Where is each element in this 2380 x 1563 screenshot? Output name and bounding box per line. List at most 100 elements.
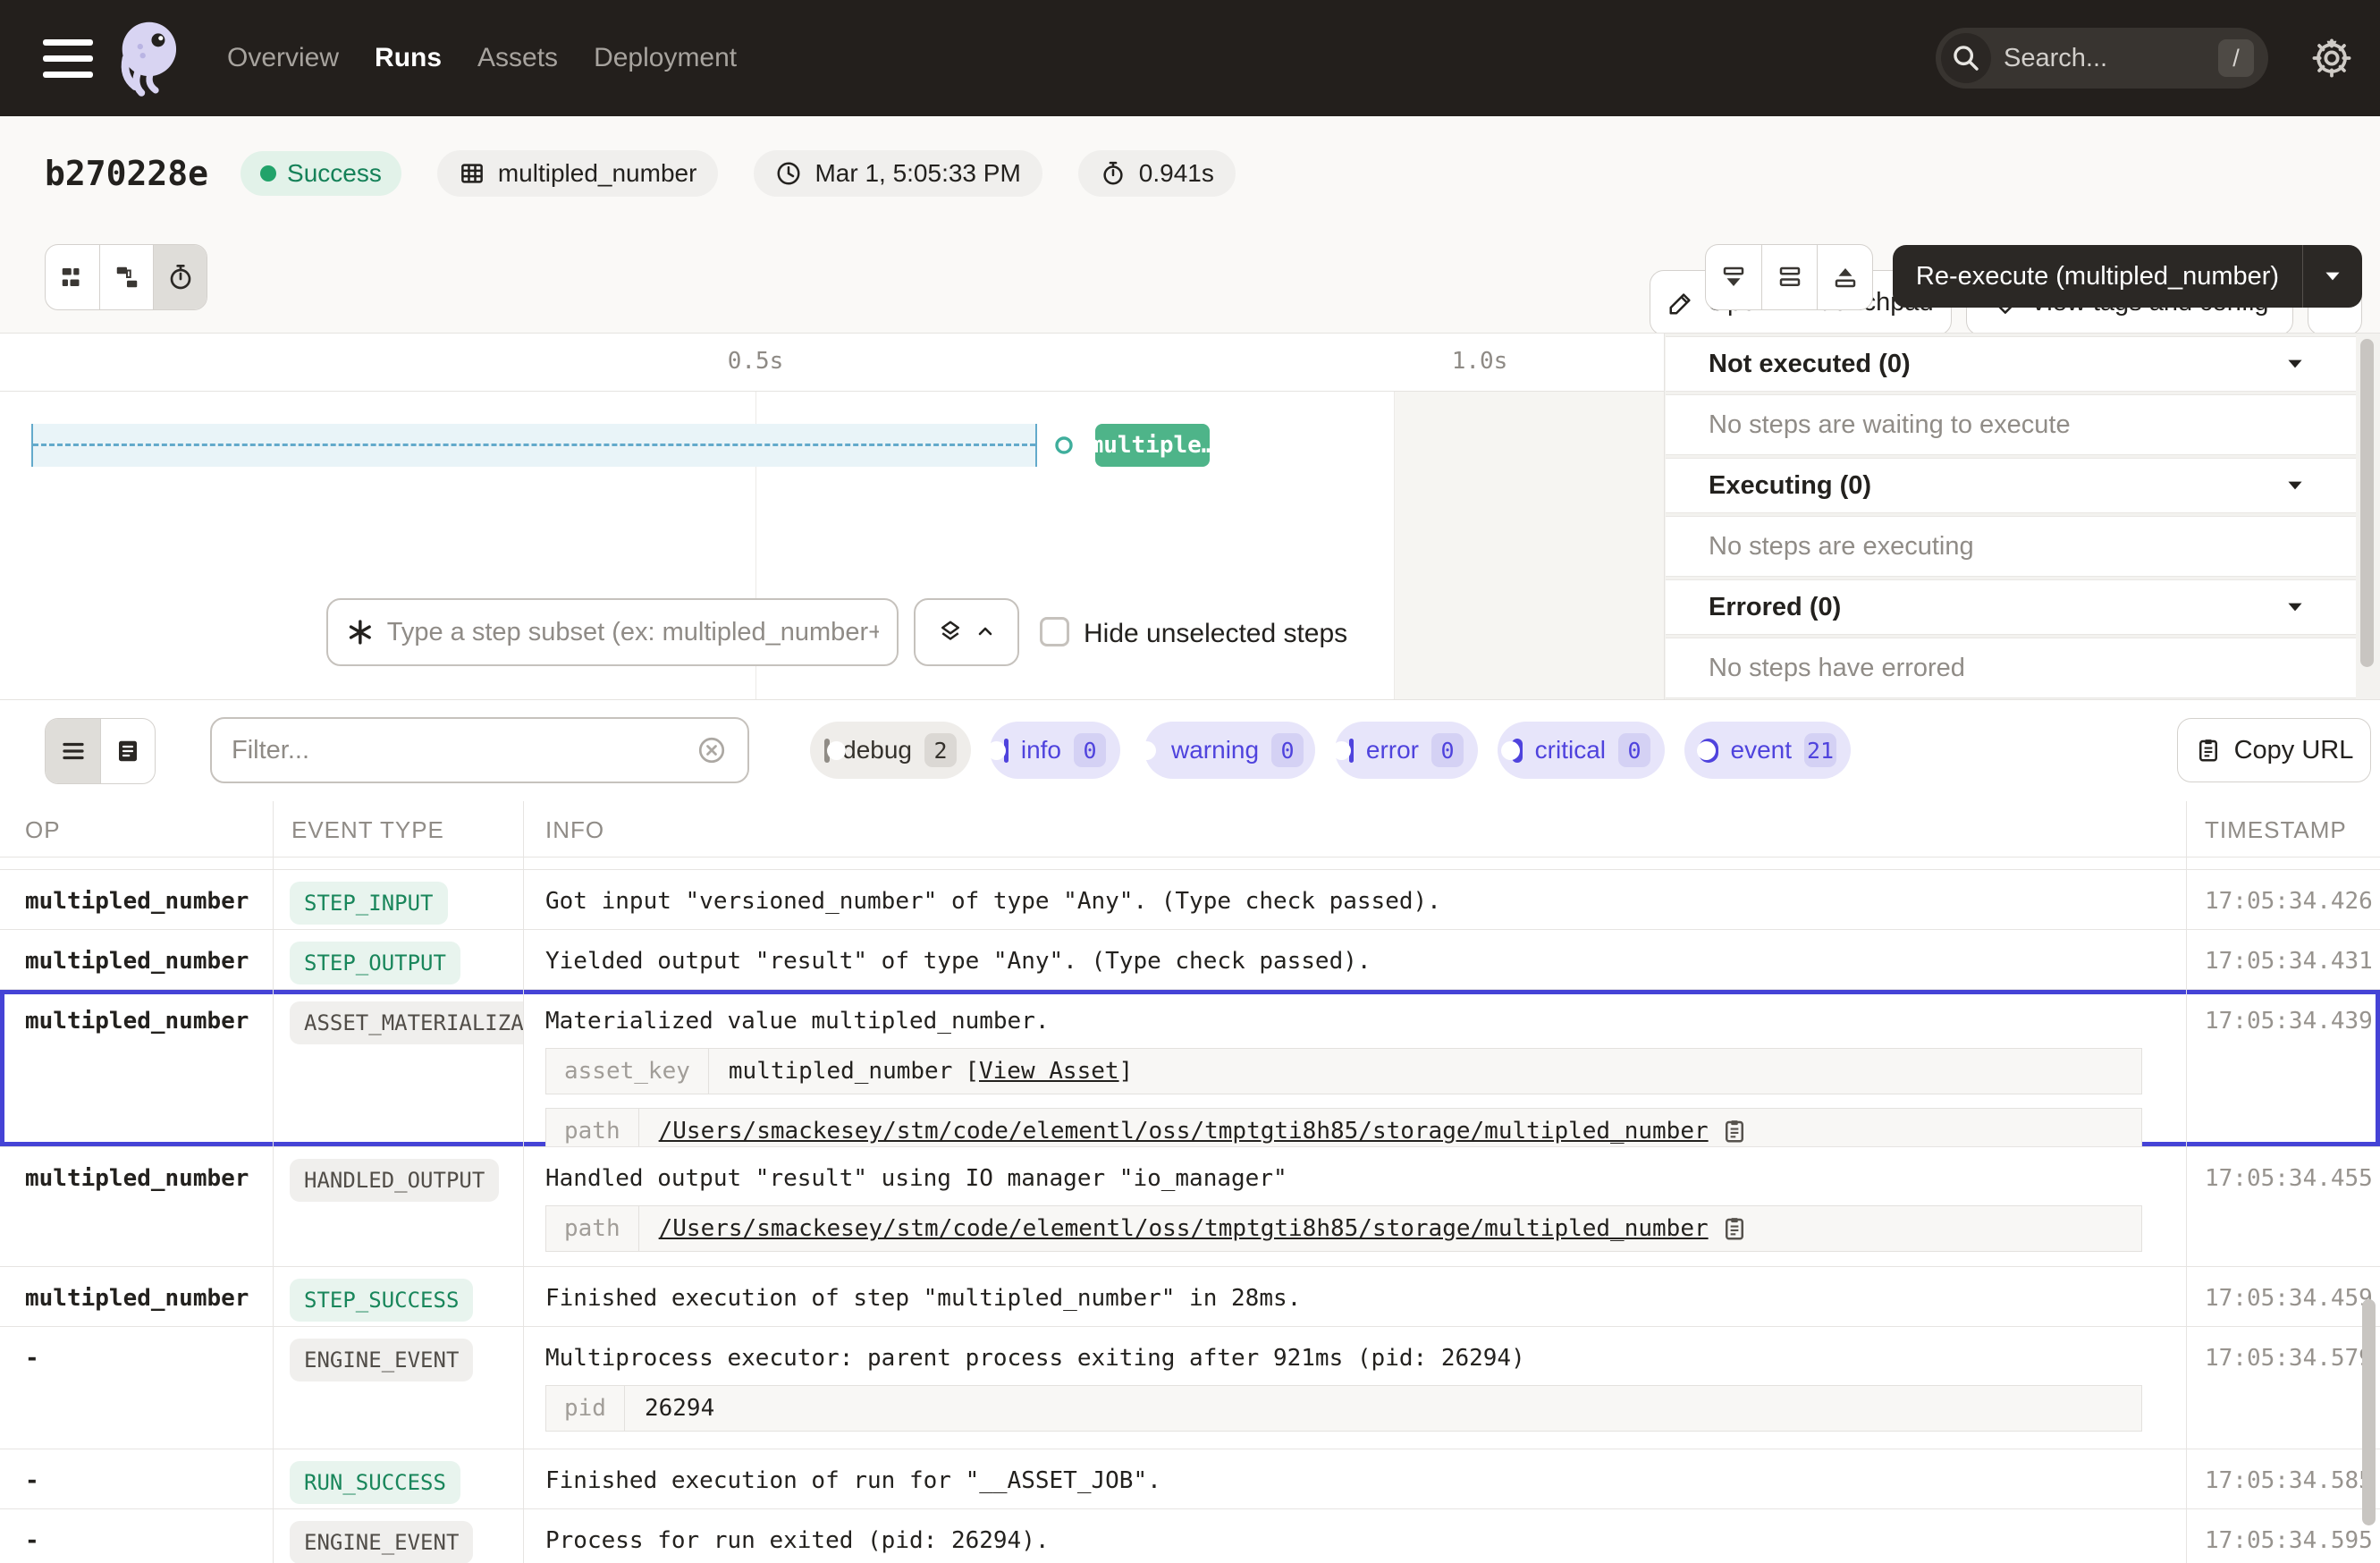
timestamp: 17:05:34.455 xyxy=(2187,1147,2380,1266)
section-errored[interactable]: Errored (0) xyxy=(1666,579,2356,635)
path-link[interactable]: /Users/smackesey/stm/code/elementl/oss/t… xyxy=(659,1118,1709,1145)
log-panel: Filter... debug 2 info 0 warning 0 error… xyxy=(0,699,2380,1563)
event-type-badge: STEP_SUCCESS xyxy=(290,1279,473,1322)
flat-view-icon xyxy=(59,264,86,291)
col-event-type: EVENT TYPE xyxy=(274,801,524,857)
nav-overview[interactable]: Overview xyxy=(227,43,339,73)
gantt-flat-view-button[interactable] xyxy=(46,245,99,309)
view-asset-link[interactable]: View Asset xyxy=(979,1058,1119,1085)
copy-to-clipboard-icon[interactable] xyxy=(1721,1118,1748,1145)
caret-down-icon xyxy=(2283,474,2307,497)
dagster-logo[interactable] xyxy=(105,17,188,99)
axis-tick: 1.0s xyxy=(1444,348,1515,375)
log-list-view-button[interactable] xyxy=(46,719,100,783)
timestamp: 17:05:34.459 xyxy=(2187,1267,2380,1326)
start-time-pill[interactable]: Mar 1, 5:05:33 PM xyxy=(754,150,1042,197)
log-table-scrollbar[interactable] xyxy=(2362,1299,2376,1525)
expand-panel-up-button[interactable] xyxy=(1817,245,1872,309)
log-row[interactable]: multipled_number HANDLED_OUTPUT Handled … xyxy=(0,1147,2380,1267)
log-filter-input[interactable]: Filter... xyxy=(210,717,749,783)
col-info: INFO xyxy=(524,801,2187,857)
duration-pill[interactable]: 0.941s xyxy=(1078,150,1236,197)
panel-up-icon xyxy=(1832,264,1859,291)
caret-down-icon xyxy=(2283,596,2307,619)
section-executing[interactable]: Executing (0) xyxy=(1666,458,2356,513)
panel-scrollbar[interactable] xyxy=(2360,339,2374,667)
job-name-pill[interactable]: multipled_number xyxy=(437,150,719,197)
log-table-header: OP EVENT TYPE INFO TIMESTAMP xyxy=(0,801,2380,858)
event-type-badge: ENGINE_EVENT xyxy=(290,1339,473,1381)
log-toolbar: Filter... debug 2 info 0 warning 0 error… xyxy=(0,700,2380,801)
col-timestamp: TIMESTAMP xyxy=(2187,801,2380,857)
stopwatch-icon xyxy=(166,263,195,291)
path-link[interactable]: /Users/smackesey/stm/code/elementl/oss/t… xyxy=(659,1215,1709,1242)
run-id: b270228e xyxy=(45,154,208,193)
list-icon xyxy=(60,738,87,765)
copy-to-clipboard-icon[interactable] xyxy=(1721,1215,1748,1242)
log-row[interactable]: - RUN_SUCCESS Finished execution of run … xyxy=(0,1449,2380,1509)
log-structured-view-button[interactable] xyxy=(100,719,155,783)
chip-count: 0 xyxy=(1618,733,1650,767)
hide-unselected-checkbox[interactable] xyxy=(1040,617,1069,646)
log-row[interactable]: - ENGINE_EVENT Process for run exited (p… xyxy=(0,1509,2380,1563)
toggle-icon xyxy=(1004,739,1009,763)
gantt-step-bar[interactable]: multiple… xyxy=(1095,424,1210,467)
step-subset-apply-button[interactable] xyxy=(914,598,1019,666)
reexecute-button[interactable]: Re-execute (multipled_number) xyxy=(1893,245,2362,308)
section-errored-body: No steps have errored xyxy=(1666,638,2356,698)
chip-critical[interactable]: critical 0 xyxy=(1498,722,1665,779)
clock-icon xyxy=(775,160,802,187)
chip-info[interactable]: info 0 xyxy=(990,722,1120,779)
step-subset-input[interactable]: Type a step subset (ex: multipled_number… xyxy=(326,598,899,666)
search-placeholder: Search... xyxy=(2004,44,2218,73)
timestamp: 17:05:34.579 xyxy=(2187,1327,2380,1449)
search-shortcut-key: / xyxy=(2218,39,2254,77)
section-not-executed[interactable]: Not executed (0) xyxy=(1666,336,2356,392)
log-table: OP EVENT TYPE INFO TIMESTAMP multipled_n… xyxy=(0,801,2380,1563)
search-input[interactable]: Search... / xyxy=(1936,28,2268,89)
collapse-panel-down-button[interactable] xyxy=(1706,245,1761,309)
step-status-panel: Not executed (0) No steps are waiting to… xyxy=(1665,334,2380,700)
chip-error[interactable]: error 0 xyxy=(1335,722,1478,779)
section-not-executed-body: No steps are waiting to execute xyxy=(1666,394,2356,455)
timestamp: 17:05:34.439 xyxy=(2187,990,2380,1146)
step-subset-toolbar: Type a step subset (ex: multipled_number… xyxy=(0,598,1665,666)
nav-deployment[interactable]: Deployment xyxy=(594,43,737,73)
log-row[interactable]: - ENGINE_EVENT Multiprocess executor: pa… xyxy=(0,1327,2380,1449)
toggle-icon xyxy=(1512,739,1523,763)
chip-debug[interactable]: debug 2 xyxy=(810,722,971,779)
log-row-partial[interactable] xyxy=(0,858,2380,870)
reexecute-dropdown-caret[interactable] xyxy=(2303,265,2362,288)
structured-log-icon xyxy=(114,738,141,765)
chip-event[interactable]: event 21 xyxy=(1684,722,1851,779)
log-row[interactable]: multipled_number STEP_INPUT Got input "v… xyxy=(0,870,2380,930)
main-nav: Overview Runs Assets Deployment xyxy=(227,43,737,73)
timer-icon xyxy=(1100,160,1127,187)
split-panels-button[interactable] xyxy=(1761,245,1817,309)
timestamp: 17:05:34.585 xyxy=(2187,1449,2380,1508)
timestamp: 17:05:34.595 xyxy=(2187,1509,2380,1563)
log-row[interactable]: multipled_number STEP_SUCCESS Finished e… xyxy=(0,1267,2380,1327)
log-row[interactable]: multipled_number STEP_OUTPUT Yielded out… xyxy=(0,930,2380,990)
settings-gear-icon[interactable] xyxy=(2309,36,2354,80)
menu-icon[interactable] xyxy=(43,30,93,88)
nav-assets[interactable]: Assets xyxy=(477,43,558,73)
copy-url-button[interactable]: Copy URL xyxy=(2177,718,2371,782)
gantt-timed-view-button[interactable] xyxy=(153,245,207,309)
chip-warning[interactable]: warning 0 xyxy=(1144,722,1315,779)
gantt-waiting-band xyxy=(31,424,1037,467)
caret-down-icon xyxy=(2283,352,2307,376)
op-selector-icon xyxy=(346,618,375,646)
log-row-selected[interactable]: multipled_number ASSET_MATERIALIZAT… Mat… xyxy=(0,990,2380,1147)
run-header: b270228e Success multipled_number Mar 1,… xyxy=(0,116,2380,231)
clipboard-icon xyxy=(2195,737,2222,764)
col-op: OP xyxy=(0,801,274,857)
layers-icon xyxy=(937,619,964,646)
timestamp: 17:05:34.426 xyxy=(2187,870,2380,929)
run-status-badge[interactable]: Success xyxy=(241,151,401,196)
gantt-waterfall-view-button[interactable] xyxy=(99,245,153,309)
nav-runs[interactable]: Runs xyxy=(375,43,442,73)
clear-filter-icon[interactable] xyxy=(696,734,728,766)
panel-split-icon xyxy=(1777,264,1803,291)
gantt-chart: 0.5s 1.0s multiple… Type a step subset (… xyxy=(0,334,1665,700)
